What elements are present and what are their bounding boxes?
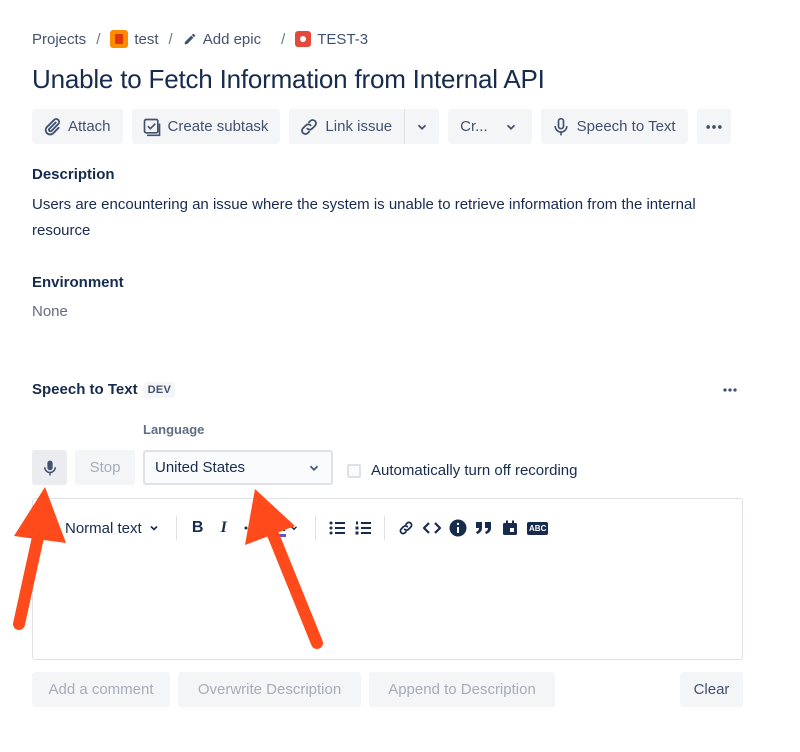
- attach-button[interactable]: Attach: [32, 109, 123, 144]
- add-comment-button[interactable]: Add a comment: [32, 672, 170, 707]
- subtask-icon: [143, 118, 160, 136]
- bold-button[interactable]: B: [185, 514, 211, 542]
- attach-label: Attach: [68, 118, 111, 135]
- bullet-list-button[interactable]: [324, 514, 350, 542]
- quote-button[interactable]: [471, 514, 497, 542]
- breadcrumb-separator: /: [96, 30, 101, 48]
- environment-value[interactable]: None: [32, 303, 68, 320]
- bug-icon: [295, 31, 312, 47]
- breadcrumb: Projects / test / Add epic / TEST-3: [32, 28, 368, 50]
- pencil-icon: [184, 33, 195, 45]
- info-panel-button[interactable]: [445, 514, 471, 542]
- text-color-icon: A: [274, 518, 286, 537]
- language-select[interactable]: United States: [143, 450, 333, 485]
- chevron-down-icon: [506, 124, 515, 130]
- breadcrumb-add-epic[interactable]: Add epic: [183, 31, 261, 48]
- link-icon: [399, 521, 413, 535]
- more-actions-button[interactable]: [696, 109, 731, 144]
- breadcrumb-project-label: test: [134, 30, 159, 48]
- breadcrumb-issue[interactable]: TEST-3: [295, 31, 368, 48]
- auto-off-label[interactable]: Automatically turn off recording: [371, 462, 578, 479]
- text-color-button[interactable]: A: [267, 514, 307, 542]
- create-subtask-button[interactable]: Create subtask: [131, 109, 281, 144]
- stop-button[interactable]: Stop: [75, 450, 135, 485]
- more-icon: [705, 124, 722, 129]
- clear-button[interactable]: Clear: [680, 672, 743, 707]
- italic-button[interactable]: I: [211, 514, 237, 542]
- record-button[interactable]: [32, 450, 67, 485]
- editor-content-area[interactable]: [33, 549, 742, 659]
- create-dropdown-label: Cr...: [460, 118, 488, 135]
- spellcheck-button[interactable]: ABC: [523, 514, 553, 542]
- microphone-icon: [43, 460, 56, 475]
- breadcrumb-separator: /: [281, 30, 286, 48]
- breadcrumb-projects[interactable]: Projects: [32, 31, 86, 48]
- auto-off-option: Automatically turn off recording: [347, 462, 578, 479]
- breadcrumb-separator: /: [168, 30, 173, 48]
- breadcrumb-project[interactable]: test: [110, 30, 159, 48]
- link-issue-group: Link issue: [289, 109, 440, 144]
- speech-to-text-label: Speech to Text: [576, 118, 676, 135]
- link-issue-button[interactable]: Link issue: [289, 109, 404, 144]
- toolbar-divider: [383, 516, 385, 540]
- text-style-label: Normal text: [65, 519, 142, 537]
- speech-panel-title: Speech to Text: [32, 381, 138, 398]
- paperclip-icon: [44, 117, 61, 135]
- auto-off-checkbox[interactable]: [347, 463, 361, 478]
- info-icon: [449, 519, 467, 537]
- more-formatting-button[interactable]: [237, 514, 263, 542]
- issue-toolbar: Attach Create subtask Link issue Cr... S…: [32, 109, 731, 144]
- speech-panel-header: Speech to Text DEV: [32, 381, 176, 398]
- create-dropdown-button[interactable]: Cr...: [448, 109, 532, 144]
- insert-link-button[interactable]: [393, 514, 419, 542]
- quote-icon: [475, 522, 491, 534]
- editor-toolbar: Normal text B I A ABC: [33, 513, 742, 543]
- numbered-list-button[interactable]: [350, 514, 376, 542]
- overwrite-description-button[interactable]: Overwrite Description: [178, 672, 361, 707]
- description-text[interactable]: Users are encountering an issue where th…: [32, 192, 732, 244]
- language-select-value: United States: [155, 459, 246, 476]
- breadcrumb-epic-label: Add epic: [202, 30, 262, 48]
- description-heading: Description: [32, 166, 115, 183]
- text-style-dropdown[interactable]: Normal text: [65, 514, 160, 542]
- breadcrumb-issue-key: TEST-3: [317, 30, 369, 48]
- chevron-down-icon: [290, 526, 297, 531]
- code-button[interactable]: [419, 514, 445, 542]
- bullet-list-icon: [329, 521, 345, 535]
- more-icon: [723, 388, 737, 392]
- chevron-down-icon: [309, 465, 319, 471]
- rich-text-editor: Normal text B I A ABC: [32, 498, 743, 660]
- speech-to-text-button[interactable]: Speech to Text: [540, 109, 688, 144]
- create-subtask-label: Create subtask: [167, 118, 269, 135]
- project-icon: [110, 30, 129, 48]
- numbered-list-icon: [355, 521, 371, 535]
- toolbar-divider: [175, 516, 177, 540]
- date-button[interactable]: [497, 514, 523, 542]
- calendar-icon: [502, 520, 517, 535]
- issue-title[interactable]: Unable to Fetch Information from Interna…: [32, 64, 545, 95]
- append-description-button[interactable]: Append to Description: [369, 672, 555, 707]
- environment-heading: Environment: [32, 274, 124, 291]
- microphone-icon: [553, 117, 568, 135]
- language-label: Language: [143, 422, 205, 437]
- toolbar-divider: [314, 516, 316, 540]
- link-issue-dropdown[interactable]: [405, 109, 439, 144]
- code-icon: [422, 522, 441, 534]
- speech-panel-more-button[interactable]: [718, 380, 742, 400]
- chevron-down-icon: [418, 124, 427, 130]
- spellcheck-icon: ABC: [527, 521, 549, 535]
- link-issue-label: Link issue: [325, 118, 393, 135]
- dev-badge: DEV: [143, 381, 176, 398]
- chevron-down-icon: [150, 525, 158, 531]
- link-icon: [301, 118, 318, 135]
- more-icon: [244, 526, 248, 530]
